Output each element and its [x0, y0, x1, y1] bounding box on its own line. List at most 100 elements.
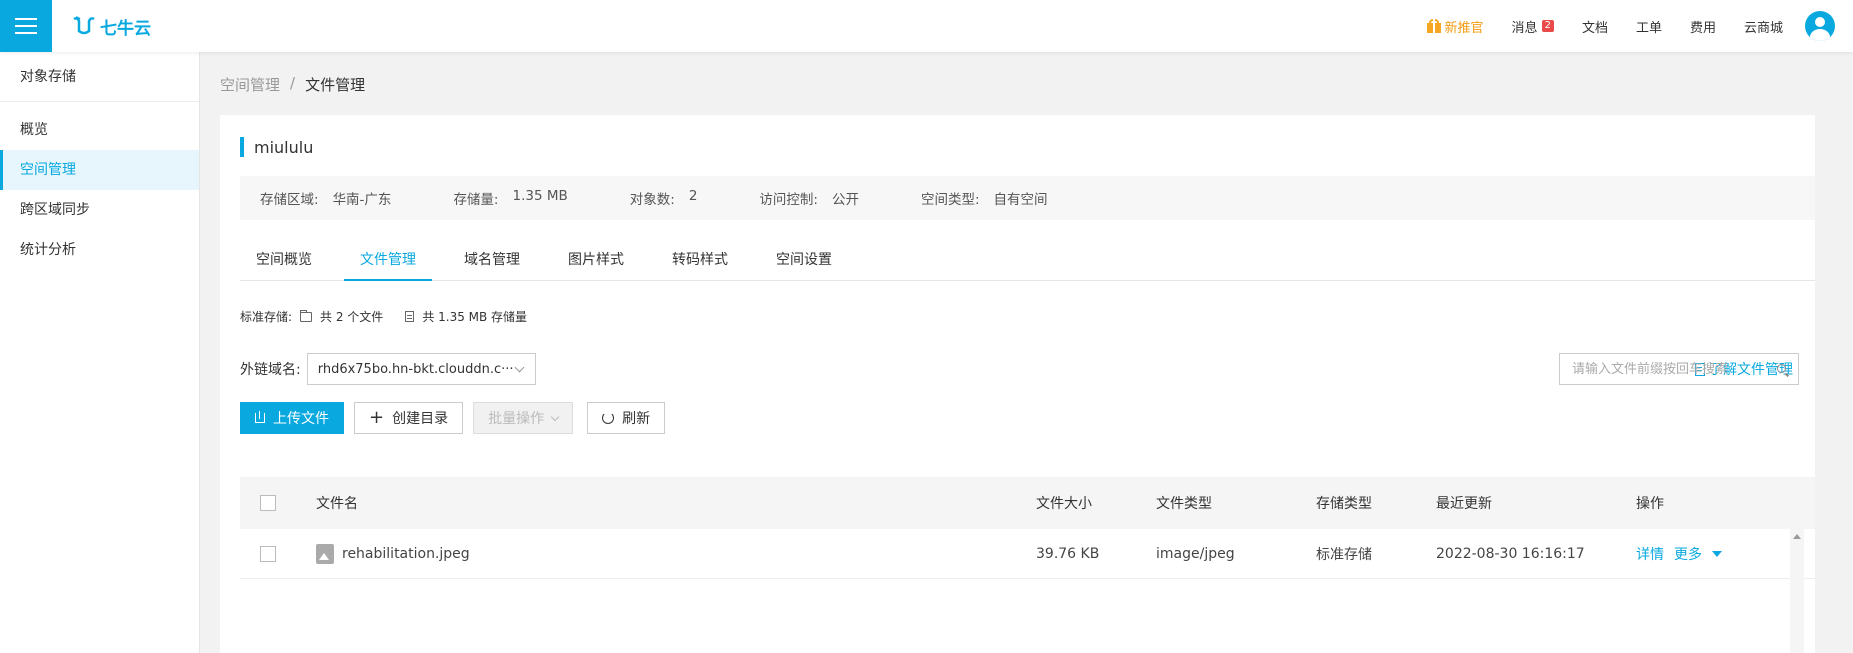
user-avatar[interactable] [1805, 11, 1835, 41]
stats-files: 共 2 个文件 [320, 310, 384, 324]
title-accent-bar [240, 137, 244, 157]
sidebar-item-statistics[interactable]: 统计分析 [0, 230, 199, 270]
tab-image-styles[interactable]: 图片样式 [552, 245, 640, 281]
file-type: image/jpeg [1156, 545, 1235, 562]
info-bucket-type-label: 空间类型: [920, 192, 980, 208]
menu-toggle-button[interactable] [0, 0, 52, 52]
more-link[interactable]: 更多 [1674, 544, 1702, 564]
sidebar-item-bucket-management[interactable]: 空间管理 [0, 150, 199, 190]
action-toolbar: 上传文件 + 创建目录 批量操作 刷新 [240, 402, 666, 434]
nav-marketplace-label: 云商城 [1743, 20, 1783, 36]
caret-down-icon[interactable] [1712, 550, 1722, 557]
main-card: miululu 存储区域: 华南-广东 存储量: 1.35 MB 对象数: 2 访问控… [220, 115, 1815, 653]
sidebar-title: 对象存储 [0, 52, 199, 102]
nav-billing-label: 费用 [1689, 20, 1716, 36]
bucket-tabs: 空间概览 文件管理 域名管理 图片样式 转码样式 空间设置 [240, 245, 1815, 281]
header-type: 文件类型 [1156, 496, 1212, 512]
create-directory-label: 创建目录 [392, 411, 449, 427]
batch-operations-button[interactable]: 批量操作 [473, 402, 574, 434]
chevron-down-icon [514, 362, 525, 373]
table-header: 文件名 文件大小 文件类型 存储类型 最近更新 操作 [240, 477, 1815, 529]
info-access-value: 公开 [831, 192, 859, 208]
batch-label: 批量操作 [488, 411, 545, 427]
upload-icon [255, 411, 265, 423]
sidebar-item-overview[interactable]: 概览 [0, 110, 199, 150]
header-storage: 存储类型 [1316, 496, 1372, 512]
header-updated: 最近更新 [1436, 496, 1492, 512]
nav-messages[interactable]: 消息 2 [1512, 17, 1554, 36]
sidebar-item-cross-region-sync[interactable]: 跨区域同步 [0, 190, 199, 230]
file-ops: 详情 更多 [1636, 544, 1815, 564]
upload-button[interactable]: 上传文件 [240, 402, 344, 434]
chevron-down-icon [550, 412, 560, 421]
info-storage-label: 存储量: [453, 192, 499, 208]
storage-stats: 标准存储: 共 2 个文件 共 1.35 MB 存储量 [240, 308, 527, 325]
tab-file-management[interactable]: 文件管理 [344, 245, 432, 281]
nav-billing[interactable]: 费用 [1690, 17, 1716, 36]
logo-icon [73, 16, 95, 35]
table-row: rehabilitation.jpeg 39.76 KB image/jpeg … [240, 529, 1815, 579]
top-nav: 新推官 消息 2 文档 工单 费用 云商城 [1426, 0, 1783, 52]
info-bucket-type-value: 自有空间 [993, 192, 1048, 208]
nav-promo-label: 新推官 [1444, 20, 1484, 36]
info-objects-label: 对象数: [629, 192, 675, 208]
nav-tickets[interactable]: 工单 [1636, 17, 1662, 36]
logo[interactable]: 七牛云 [72, 12, 151, 40]
refresh-icon [602, 412, 615, 424]
info-access-label: 访问控制: [759, 192, 818, 208]
table-scrollbar[interactable] [1790, 529, 1804, 653]
info-storage-value: 1.35 MB [512, 188, 568, 204]
info-bucket-type: 空间类型: 自有空间 [921, 188, 1048, 208]
hamburger-icon [15, 18, 37, 34]
header-ops: 操作 [1636, 496, 1664, 512]
stats-label: 标准存储: [240, 310, 293, 324]
select-all-checkbox[interactable] [260, 495, 276, 511]
plus-icon: + [369, 407, 385, 428]
image-file-icon [316, 543, 334, 564]
tab-overview[interactable]: 空间概览 [240, 245, 328, 281]
nav-marketplace[interactable]: 云商城 [1744, 17, 1783, 36]
nav-messages-label: 消息 [1511, 20, 1538, 36]
domain-selected-value: rhd6x75bo.hn-bkt.clouddn.c··· [317, 361, 514, 377]
info-region-value: 华南-广东 [332, 192, 392, 208]
bucket-title: miululu [240, 137, 313, 157]
create-directory-button[interactable]: + 创建目录 [354, 402, 464, 434]
breadcrumb: 空间管理 / 文件管理 [220, 74, 365, 95]
tab-settings[interactable]: 空间设置 [760, 245, 848, 281]
file-name-cell: rehabilitation.jpeg [316, 543, 1036, 564]
file-size: 39.76 KB [1036, 545, 1100, 562]
info-region: 存储区域: 华南-广东 [260, 188, 391, 208]
nav-docs[interactable]: 文档 [1582, 17, 1608, 36]
nav-promo[interactable]: 新推官 [1426, 17, 1484, 36]
breadcrumb-parent[interactable]: 空间管理 [220, 74, 280, 95]
upload-label: 上传文件 [273, 411, 329, 427]
nav-tickets-label: 工单 [1635, 20, 1662, 36]
user-icon [1815, 17, 1825, 27]
search-box [1559, 353, 1799, 385]
breadcrumb-separator: / [290, 74, 296, 92]
refresh-button[interactable]: 刷新 [587, 402, 666, 434]
storage-icon [405, 311, 415, 322]
scroll-up-icon[interactable] [1793, 534, 1801, 539]
file-name[interactable]: rehabilitation.jpeg [342, 546, 470, 562]
sidebar: 对象存储 概览 空间管理 跨区域同步 统计分析 [0, 52, 200, 653]
nav-docs-label: 文档 [1581, 20, 1608, 36]
search-icon[interactable] [1777, 364, 1786, 373]
info-objects: 对象数: 2 [630, 188, 698, 208]
details-link[interactable]: 详情 [1636, 544, 1664, 564]
tab-transcode-styles[interactable]: 转码样式 [656, 245, 744, 281]
domain-select[interactable]: rhd6x75bo.hn-bkt.clouddn.c··· [306, 353, 536, 385]
messages-count-badge: 2 [1541, 20, 1554, 32]
domain-label: 外链域名: [240, 362, 301, 378]
search-input[interactable] [1572, 361, 1762, 377]
info-objects-value: 2 [688, 188, 698, 204]
breadcrumb-current: 文件管理 [305, 76, 366, 94]
gift-icon [1426, 19, 1441, 33]
refresh-label: 刷新 [622, 411, 651, 427]
logo-text: 七牛云 [100, 18, 151, 39]
stats-storage: 共 1.35 MB 存储量 [422, 310, 528, 324]
info-region-label: 存储区域: [260, 192, 319, 208]
folder-icon [300, 309, 313, 322]
row-checkbox[interactable] [260, 545, 276, 562]
tab-domain-management[interactable]: 域名管理 [448, 245, 536, 281]
